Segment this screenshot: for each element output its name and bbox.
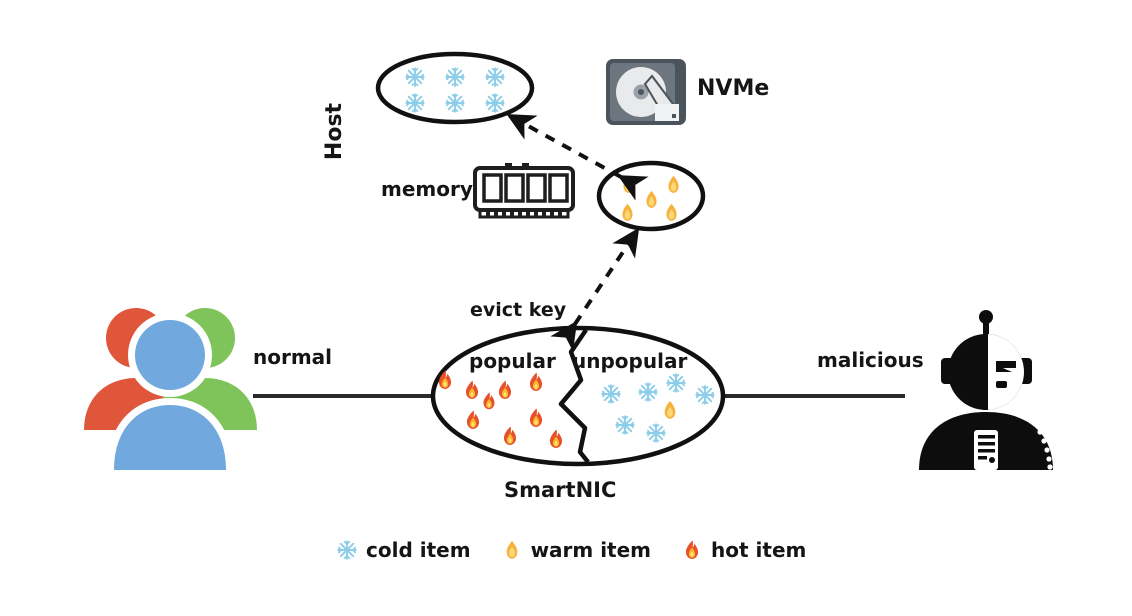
legend-label-cold: cold item bbox=[366, 538, 471, 562]
popular-label: popular bbox=[469, 349, 556, 373]
legend-item-warm: warm item bbox=[501, 539, 651, 561]
hot-flame-icon bbox=[685, 540, 699, 559]
snowflake-icon bbox=[337, 540, 357, 560]
legend: cold item warm item hot item bbox=[336, 539, 806, 561]
malicious-robot-icon bbox=[919, 310, 1053, 470]
host-label: Host bbox=[322, 102, 348, 161]
evict-key-label: evict key bbox=[470, 299, 567, 321]
normal-traffic-label: normal bbox=[253, 345, 333, 369]
evict-key-arrow bbox=[550, 227, 640, 352]
legend-item-cold: cold item bbox=[336, 539, 471, 561]
legend-label-hot: hot item bbox=[711, 538, 807, 562]
memory-label: memory bbox=[381, 177, 473, 201]
nvme-disk-icon bbox=[606, 59, 686, 125]
host-warm-items bbox=[622, 175, 679, 221]
legend-item-hot: hot item bbox=[681, 539, 806, 561]
smartnic-label: SmartNIC bbox=[504, 478, 617, 502]
malicious-traffic-label: malicious bbox=[817, 348, 924, 372]
legend-label-warm: warm item bbox=[530, 538, 652, 562]
unpopular-items bbox=[601, 373, 715, 443]
unpopular-label: unpopular bbox=[572, 349, 688, 373]
users-group-icon bbox=[84, 308, 257, 470]
memory-dimm-icon bbox=[473, 163, 575, 219]
host-cold-items bbox=[405, 67, 505, 113]
nvme-label: NVMe bbox=[697, 76, 770, 101]
warm-flame-icon bbox=[506, 541, 517, 559]
